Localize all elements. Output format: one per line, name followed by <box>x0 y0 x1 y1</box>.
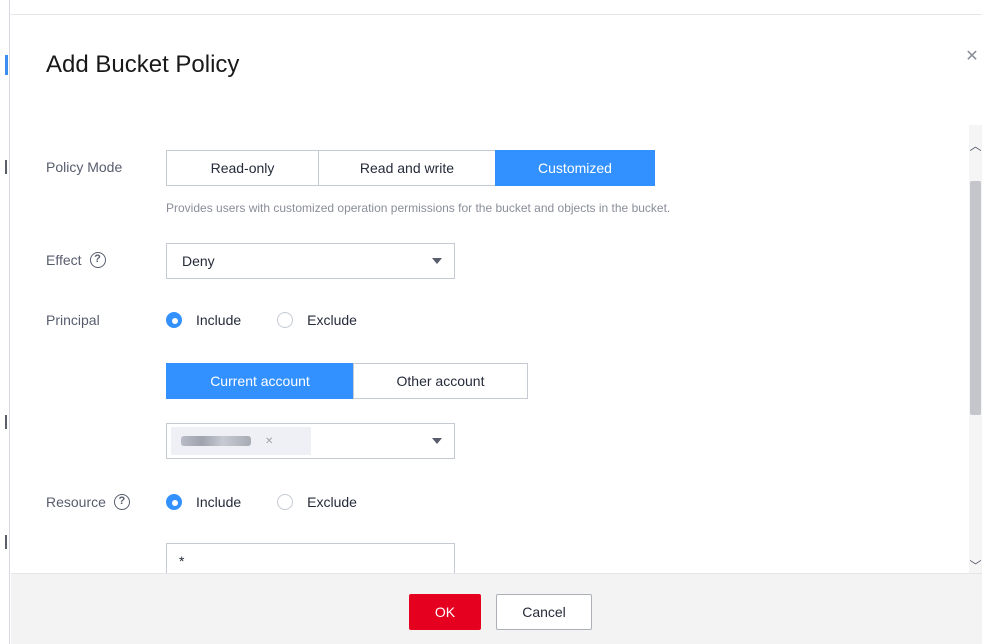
resource-exclude-radio[interactable]: Exclude <box>277 494 357 510</box>
background-tick <box>5 535 7 549</box>
policy-mode-read-write[interactable]: Read and write <box>318 150 496 186</box>
question-circle-icon[interactable]: ? <box>89 252 106 268</box>
background-tick <box>5 415 7 429</box>
radio-checked-icon <box>166 312 182 328</box>
dialog-body[interactable]: Policy Mode Read-only Read and write Cus… <box>11 125 982 587</box>
background-active-marker <box>5 55 8 75</box>
dialog-title: Add Bucket Policy <box>46 51 240 78</box>
close-icon[interactable]: ✕ <box>964 49 980 65</box>
policy-mode-read-only[interactable]: Read-only <box>166 150 319 186</box>
remove-tag-icon[interactable]: ✕ <box>265 436 273 447</box>
principal-exclude-radio[interactable]: Exclude <box>277 312 357 328</box>
policy-mode-hint: Provides users with customized operation… <box>166 201 671 215</box>
add-bucket-policy-dialog: ✕ Add Bucket Policy Policy Mode Read-onl… <box>11 14 982 644</box>
tab-current-account[interactable]: Current account <box>166 363 354 399</box>
radio-checked-icon <box>166 494 182 510</box>
policy-mode-label: Policy Mode <box>46 159 123 175</box>
chevron-down-icon[interactable]: ﹀ <box>969 557 982 574</box>
chevron-up-icon[interactable]: ︿ <box>969 137 982 154</box>
background-page-edge <box>0 0 10 644</box>
redacted-account-name <box>181 436 251 446</box>
principal-label: Principal <box>46 312 100 328</box>
cancel-button[interactable]: Cancel <box>496 594 592 630</box>
ok-button[interactable]: OK <box>409 594 481 630</box>
policy-mode-segmented: Read-only Read and write Customized <box>166 150 655 186</box>
principal-radio-group: Include Exclude <box>166 312 393 328</box>
resource-label: Resource ? <box>46 494 130 510</box>
dialog-footer: OK Cancel <box>11 573 982 644</box>
tab-other-account[interactable]: Other account <box>353 363 528 399</box>
question-circle-icon[interactable]: ? <box>113 494 130 510</box>
principal-account-tabs: Current account Other account <box>166 363 528 399</box>
caret-down-icon <box>432 258 442 264</box>
resource-radio-group: Include Exclude <box>166 494 393 510</box>
selected-account-chip: ✕ <box>171 427 311 455</box>
policy-mode-customized[interactable]: Customized <box>495 150 655 186</box>
radio-unchecked-icon <box>277 494 294 510</box>
principal-include-radio[interactable]: Include <box>166 312 241 328</box>
effect-select-value: Deny <box>182 253 215 269</box>
background-tick <box>5 160 7 174</box>
scrollbar-thumb[interactable] <box>970 181 981 415</box>
vertical-scrollbar[interactable]: ︿ ﹀ <box>969 125 982 587</box>
radio-unchecked-icon <box>277 312 294 328</box>
account-select[interactable]: ✕ <box>166 423 455 459</box>
caret-down-icon <box>432 438 442 444</box>
effect-select[interactable]: Deny <box>166 243 455 279</box>
resource-include-radio[interactable]: Include <box>166 494 241 510</box>
effect-label: Effect ? <box>46 252 106 268</box>
